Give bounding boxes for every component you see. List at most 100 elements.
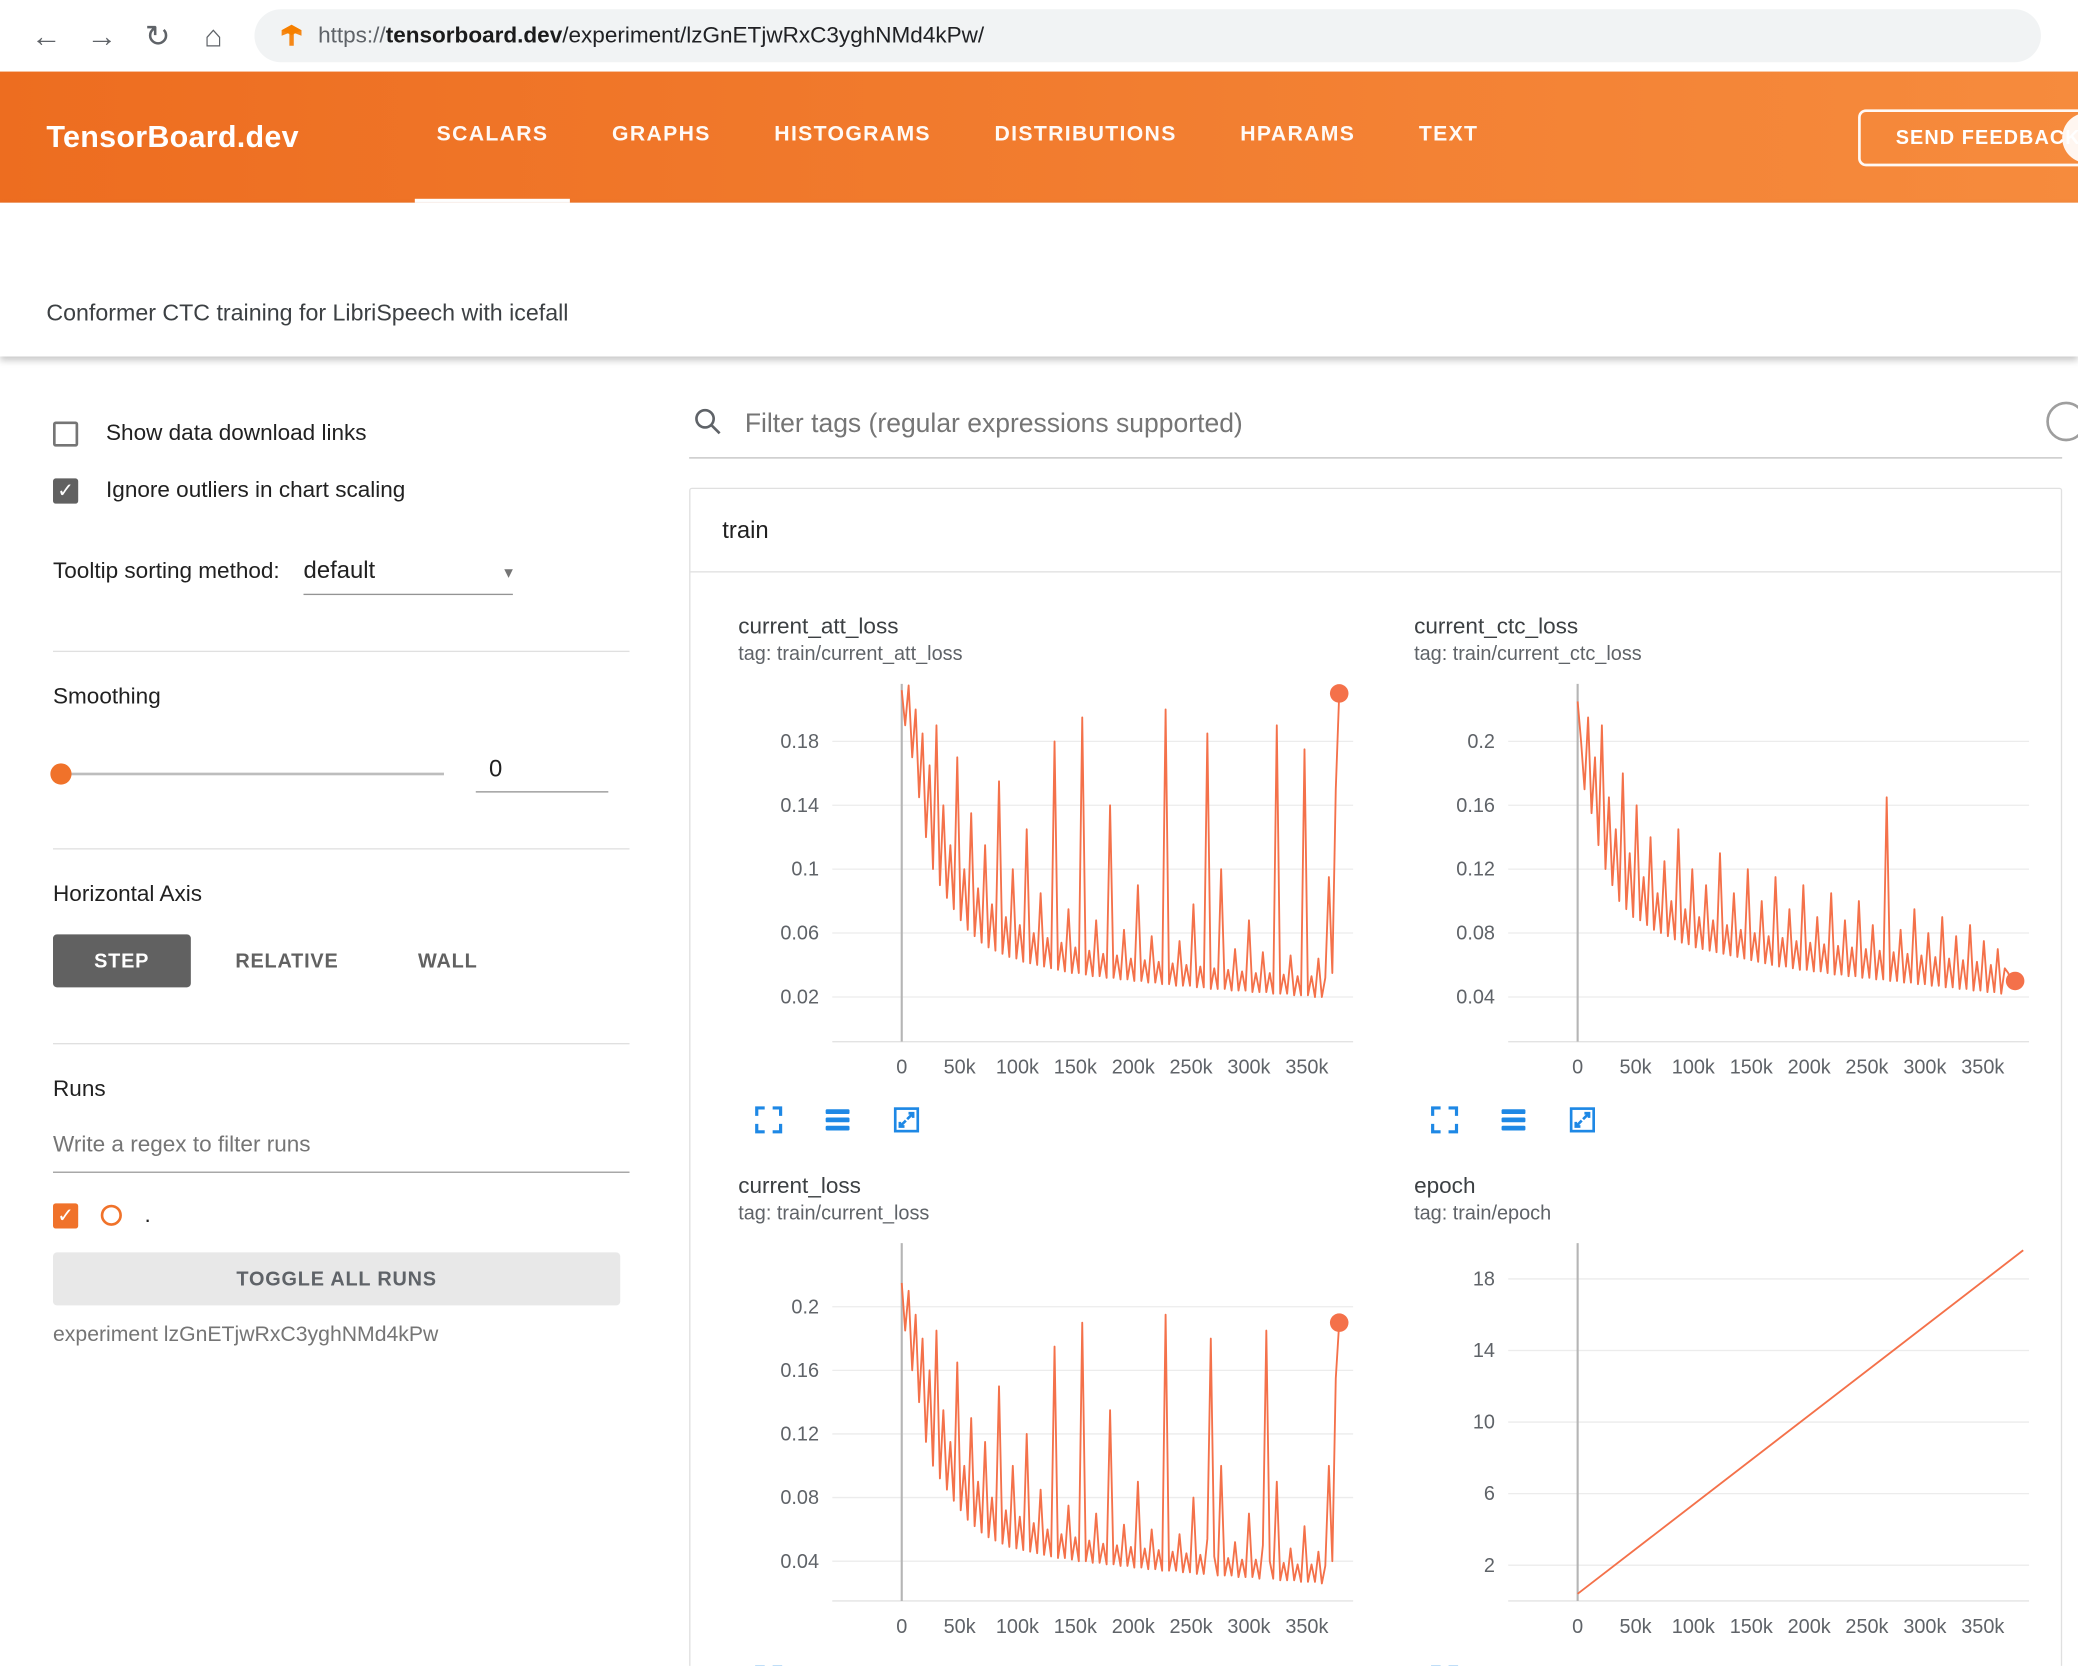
divider [53, 650, 630, 653]
tab-distributions[interactable]: DISTRIBUTIONS [973, 72, 1198, 203]
svg-text:0.16: 0.16 [780, 1360, 819, 1382]
smoothing-label: Smoothing [53, 683, 161, 710]
svg-text:0: 0 [896, 1616, 907, 1638]
toggle-all-runs-button[interactable]: TOGGLE ALL RUNS [53, 1252, 621, 1306]
tab-histograms[interactable]: HISTOGRAMS [753, 72, 952, 203]
log-scale-icon[interactable] [1496, 1103, 1530, 1137]
smoothing-slider[interactable] [50, 763, 444, 785]
svg-text:100k: 100k [996, 1056, 1039, 1078]
section-header-train[interactable]: train [690, 489, 2061, 573]
chart-toolbar [1382, 1662, 2058, 1666]
tag-filter-row [689, 399, 2078, 459]
smoothing-value-input[interactable] [475, 755, 609, 793]
log-scale-icon[interactable] [1496, 1662, 1530, 1666]
line-chart[interactable]: 0.04 0.08 0.12 0.16 0.2 0 50k 100k 150k 200k 250k 3… [1382, 676, 2045, 1100]
chart-title: epoch [1414, 1172, 1476, 1199]
url-host: tensorboard.dev [385, 22, 563, 48]
run-color-swatch [100, 1204, 122, 1226]
svg-text:350k: 350k [1961, 1056, 2004, 1078]
svg-text:0.14: 0.14 [780, 795, 819, 817]
tab-text[interactable]: TEXT [1398, 72, 1500, 203]
forward-icon[interactable]: → [74, 18, 130, 54]
fullscreen-icon[interactable] [751, 1103, 785, 1137]
reload-icon[interactable]: ↻ [130, 18, 186, 54]
tooltip-sorting-select[interactable]: default ▾ [303, 557, 513, 596]
chart-tag: tag: train/current_att_loss [738, 642, 963, 666]
svg-text:0.08: 0.08 [1456, 923, 1495, 945]
runs-label: Runs [53, 1076, 106, 1102]
tooltip-sorting-row: Tooltip sorting method: default ▾ [53, 557, 630, 596]
experiment-id: experiment lzGnETjwRxC3yghNMd4kPw [53, 1323, 439, 1347]
slider-thumb[interactable] [50, 763, 72, 785]
chart-grid: current_att_loss tag: train/current_att_… [690, 573, 2060, 1666]
home-icon[interactable]: ⌂ [186, 18, 242, 54]
run-list-item: ✓ . [53, 1197, 630, 1234]
svg-text:300k: 300k [1903, 1056, 1946, 1078]
tab-scalars[interactable]: SCALARS [415, 72, 570, 203]
ignore-outliers-checkbox[interactable]: ✓ Ignore outliers in chart scaling [53, 472, 630, 509]
fit-domain-icon[interactable] [889, 1662, 923, 1666]
fullscreen-icon[interactable] [751, 1662, 785, 1666]
svg-text:6: 6 [1484, 1483, 1495, 1505]
fit-domain-icon[interactable] [1565, 1662, 1599, 1666]
line-chart[interactable]: 2 6 10 14 18 0 50k 100k 150k 200k 250k 300k 350k [1382, 1235, 2045, 1659]
svg-text:0.16: 0.16 [1456, 795, 1495, 817]
line-chart[interactable]: 0.04 0.08 0.12 0.16 0.2 0 50k 100k 150k 200k 250k 3… [706, 1235, 1369, 1659]
fit-domain-icon[interactable] [889, 1103, 923, 1137]
step-axis-button[interactable]: STEP [53, 934, 191, 988]
svg-text:14: 14 [1473, 1340, 1495, 1362]
log-scale-icon[interactable] [820, 1103, 854, 1137]
svg-text:100k: 100k [996, 1616, 1039, 1638]
svg-text:200k: 200k [1788, 1616, 1831, 1638]
tab-graphs[interactable]: GRAPHS [591, 72, 732, 203]
send-feedback-button[interactable]: SEND FEEDBACK [1858, 108, 2078, 166]
experiment-title-bar: Conformer CTC training for LibriSpeech w… [0, 202, 2078, 357]
tooltip-sorting-label: Tooltip sorting method: [53, 557, 280, 584]
chart-toolbar [706, 1103, 1382, 1137]
log-scale-icon[interactable] [820, 1662, 854, 1666]
settings-sidebar: Show data download links ✓ Ignore outlie… [0, 357, 663, 1665]
main-nav: SCALARS GRAPHS HISTOGRAMS DISTRIBUTIONS … [415, 72, 1499, 203]
fullscreen-icon[interactable] [1427, 1662, 1461, 1666]
svg-text:0.2: 0.2 [1467, 731, 1495, 753]
address-bar[interactable]: https://tensorboard.dev/experiment/lzGnE… [254, 9, 2041, 63]
svg-text:10: 10 [1473, 1412, 1495, 1434]
svg-text:0.06: 0.06 [780, 923, 819, 945]
chart-tag: tag: train/current_loss [738, 1202, 930, 1225]
fit-domain-icon[interactable] [1565, 1103, 1599, 1137]
run-checkbox[interactable]: ✓ [53, 1202, 79, 1228]
show-download-links-label: Show data download links [106, 420, 367, 446]
fullscreen-icon[interactable] [1427, 1103, 1461, 1137]
show-download-links-checkbox[interactable]: Show data download links [53, 415, 630, 452]
chart-card-current-att-loss: current_att_loss tag: train/current_att_… [706, 612, 1382, 1137]
svg-text:200k: 200k [1112, 1616, 1155, 1638]
svg-text:50k: 50k [944, 1056, 976, 1078]
svg-text:0.18: 0.18 [780, 731, 819, 753]
settings-gear-icon[interactable] [2046, 401, 2078, 442]
svg-text:150k: 150k [1730, 1616, 1773, 1638]
svg-text:0.1: 0.1 [791, 859, 819, 881]
site-favicon [278, 23, 305, 50]
tab-hparams[interactable]: HPARAMS [1219, 72, 1376, 203]
run-name: . [144, 1202, 151, 1228]
browser-window: ← → ↻ ⌂ https://tensorboard.dev/experime… [0, 0, 2078, 1666]
chart-title: current_att_loss [738, 613, 899, 639]
svg-text:0.12: 0.12 [1456, 859, 1495, 881]
search-icon [692, 405, 724, 443]
wall-axis-button[interactable]: WALL [384, 934, 512, 987]
line-chart[interactable]: 0.02 0.06 0.1 0.14 0.18 0 50k 100k 150k 200k 250k 3… [706, 676, 1369, 1100]
svg-text:100k: 100k [1672, 1616, 1715, 1638]
back-icon[interactable]: ← [19, 18, 75, 54]
svg-text:200k: 200k [1788, 1056, 1831, 1078]
runs-filter-input[interactable] [53, 1123, 630, 1173]
chart-tag: tag: train/current_ctc_loss [1414, 642, 1642, 666]
relative-axis-button[interactable]: RELATIVE [201, 934, 373, 987]
svg-text:18: 18 [1473, 1269, 1495, 1291]
svg-text:250k: 250k [1845, 1616, 1888, 1638]
section-title: train [722, 516, 769, 543]
app-header: TensorBoard.dev SCALARS GRAPHS HISTOGRAM… [0, 71, 2078, 203]
tag-filter-input[interactable] [742, 407, 2063, 441]
brand-logo[interactable]: TensorBoard.dev [0, 119, 299, 155]
svg-text:350k: 350k [1285, 1056, 1328, 1078]
smoothing-row [50, 755, 630, 793]
